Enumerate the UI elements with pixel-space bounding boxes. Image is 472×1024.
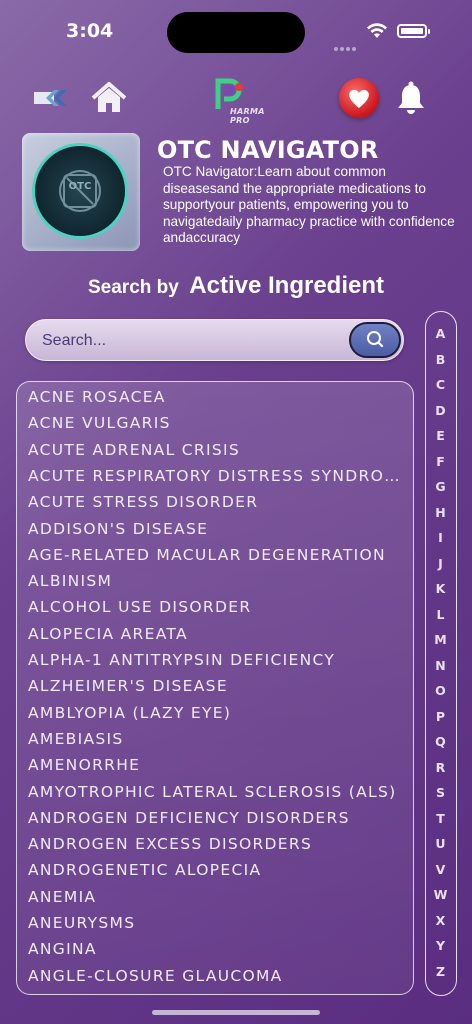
list-item[interactable]: ACUTE STRESS DISORDER <box>28 489 408 515</box>
list-item[interactable]: AGE-RELATED MACULAR DEGENERATION <box>28 542 408 568</box>
bell-icon[interactable] <box>396 81 426 115</box>
alphabet-letter[interactable]: E <box>426 428 455 443</box>
alphabet-letter[interactable]: P <box>426 709 455 724</box>
heart-icon <box>349 89 369 108</box>
alphabet-letter[interactable]: U <box>426 836 455 851</box>
list-item[interactable]: AMENORRHE <box>28 752 408 778</box>
page-title: OTC NAVIGATOR <box>157 136 379 164</box>
top-nav: HARMA PRO <box>0 75 472 125</box>
search-button[interactable] <box>349 322 401 358</box>
list-item[interactable]: ANDROGEN EXCESS DISORDERS <box>28 831 408 857</box>
search-by-label: Search by <box>88 277 179 298</box>
alphabet-letter[interactable]: O <box>426 683 455 698</box>
magnifier-icon <box>367 331 384 348</box>
home-icon[interactable] <box>90 79 128 117</box>
battery-icon <box>397 24 430 38</box>
list-item[interactable]: ALOPECIA AREATA <box>28 621 408 647</box>
search-mode-label[interactable]: Active Ingredient <box>189 272 384 299</box>
alphabet-letter[interactable]: M <box>426 632 455 647</box>
list-item[interactable]: ANEURYSMS <box>28 910 408 936</box>
alphabet-letter[interactable]: F <box>426 454 455 469</box>
list-item[interactable]: ALCOHOL USE DISORDER <box>28 594 408 620</box>
alphabet-letter[interactable]: N <box>426 658 455 673</box>
alphabet-letter[interactable]: L <box>426 607 455 622</box>
alphabet-letter[interactable]: J <box>426 556 455 571</box>
status-bar: 3:04 <box>0 0 472 64</box>
home-indicator <box>152 1010 320 1015</box>
list-item[interactable]: AMBLYOPIA (LAZY EYE) <box>28 700 408 726</box>
alphabet-letter[interactable]: S <box>426 785 455 800</box>
alphabet-letter[interactable]: H <box>426 505 455 520</box>
disease-list: ACNE ROSACEA ACNE VULGARIS ACUTE ADRENAL C… <box>16 381 414 995</box>
favorites-button[interactable] <box>339 78 379 118</box>
list-item[interactable]: ALPHA-1 ANTITRYPSIN DEFICIENCY <box>28 647 408 673</box>
alphabet-letter[interactable]: I <box>426 530 455 545</box>
list-item[interactable]: ALZHEIMER'S DISEASE <box>28 673 408 699</box>
back-icon[interactable] <box>32 87 70 109</box>
alphabet-letter[interactable]: B <box>426 352 455 367</box>
search-input[interactable] <box>40 329 344 353</box>
alphabet-letter[interactable]: W <box>426 887 455 902</box>
signal-icon <box>334 36 358 51</box>
pharma-pro-logo: HARMA PRO <box>212 77 278 125</box>
alphabet-letter[interactable]: C <box>426 377 455 392</box>
search-bar <box>25 319 404 361</box>
alphabet-letter[interactable]: Y <box>426 938 455 953</box>
list-item[interactable]: ANEMIA <box>28 884 408 910</box>
alphabet-letter[interactable]: Q <box>426 734 455 749</box>
alphabet-letter[interactable]: G <box>426 479 455 494</box>
list-item[interactable]: ACUTE ADRENAL CRISIS <box>28 437 408 463</box>
otc-hero-image: OTC <box>22 133 140 251</box>
list-item[interactable]: ANDROGEN DEFICIENCY DISORDERS <box>28 805 408 831</box>
list-item[interactable]: ANDROGENETIC ALOPECIA <box>28 857 408 883</box>
alphabet-letter[interactable]: A <box>426 326 455 341</box>
list-item[interactable]: ACUTE RESPIRATORY DISTRESS SYNDROME <box>28 463 408 489</box>
alphabet-letter[interactable]: D <box>426 403 455 418</box>
logo-p-icon <box>215 78 243 109</box>
list-item[interactable]: ADDISON'S DISEASE <box>28 516 408 542</box>
list-item[interactable]: ANGINA <box>28 936 408 962</box>
alphabet-letter[interactable]: R <box>426 760 455 775</box>
dynamic-island <box>167 12 305 53</box>
search-heading: Search by Active Ingredient <box>0 272 472 300</box>
list-item[interactable]: ACNE ROSACEA <box>28 384 408 410</box>
alphabet-letter[interactable]: K <box>426 581 455 596</box>
svg-text:OTC: OTC <box>69 181 92 192</box>
wifi-icon <box>367 23 387 38</box>
alphabet-index: ABCDEFGHIJKLMNOPQRSTUVWXYZ <box>425 311 457 996</box>
otc-badge-icon: OTC <box>32 143 128 239</box>
alphabet-letter[interactable]: T <box>426 811 455 826</box>
list-item[interactable]: AMEBIASIS <box>28 726 408 752</box>
list-item[interactable]: ANGLE-CLOSURE GLAUCOMA <box>28 963 408 989</box>
page-description: OTC Navigator:Learn about common disease… <box>163 164 455 245</box>
status-time: 3:04 <box>66 20 114 42</box>
alphabet-letter[interactable]: X <box>426 913 455 928</box>
alphabet-letter[interactable]: V <box>426 862 455 877</box>
alphabet-letter[interactable]: Z <box>426 964 455 979</box>
logo-text: HARMA PRO <box>230 107 265 125</box>
list-item[interactable]: ACNE VULGARIS <box>28 410 408 436</box>
list-item[interactable]: AMYOTROPHIC LATERAL SCLEROSIS (ALS) <box>28 779 408 805</box>
list-item[interactable]: ALBINISM <box>28 568 408 594</box>
